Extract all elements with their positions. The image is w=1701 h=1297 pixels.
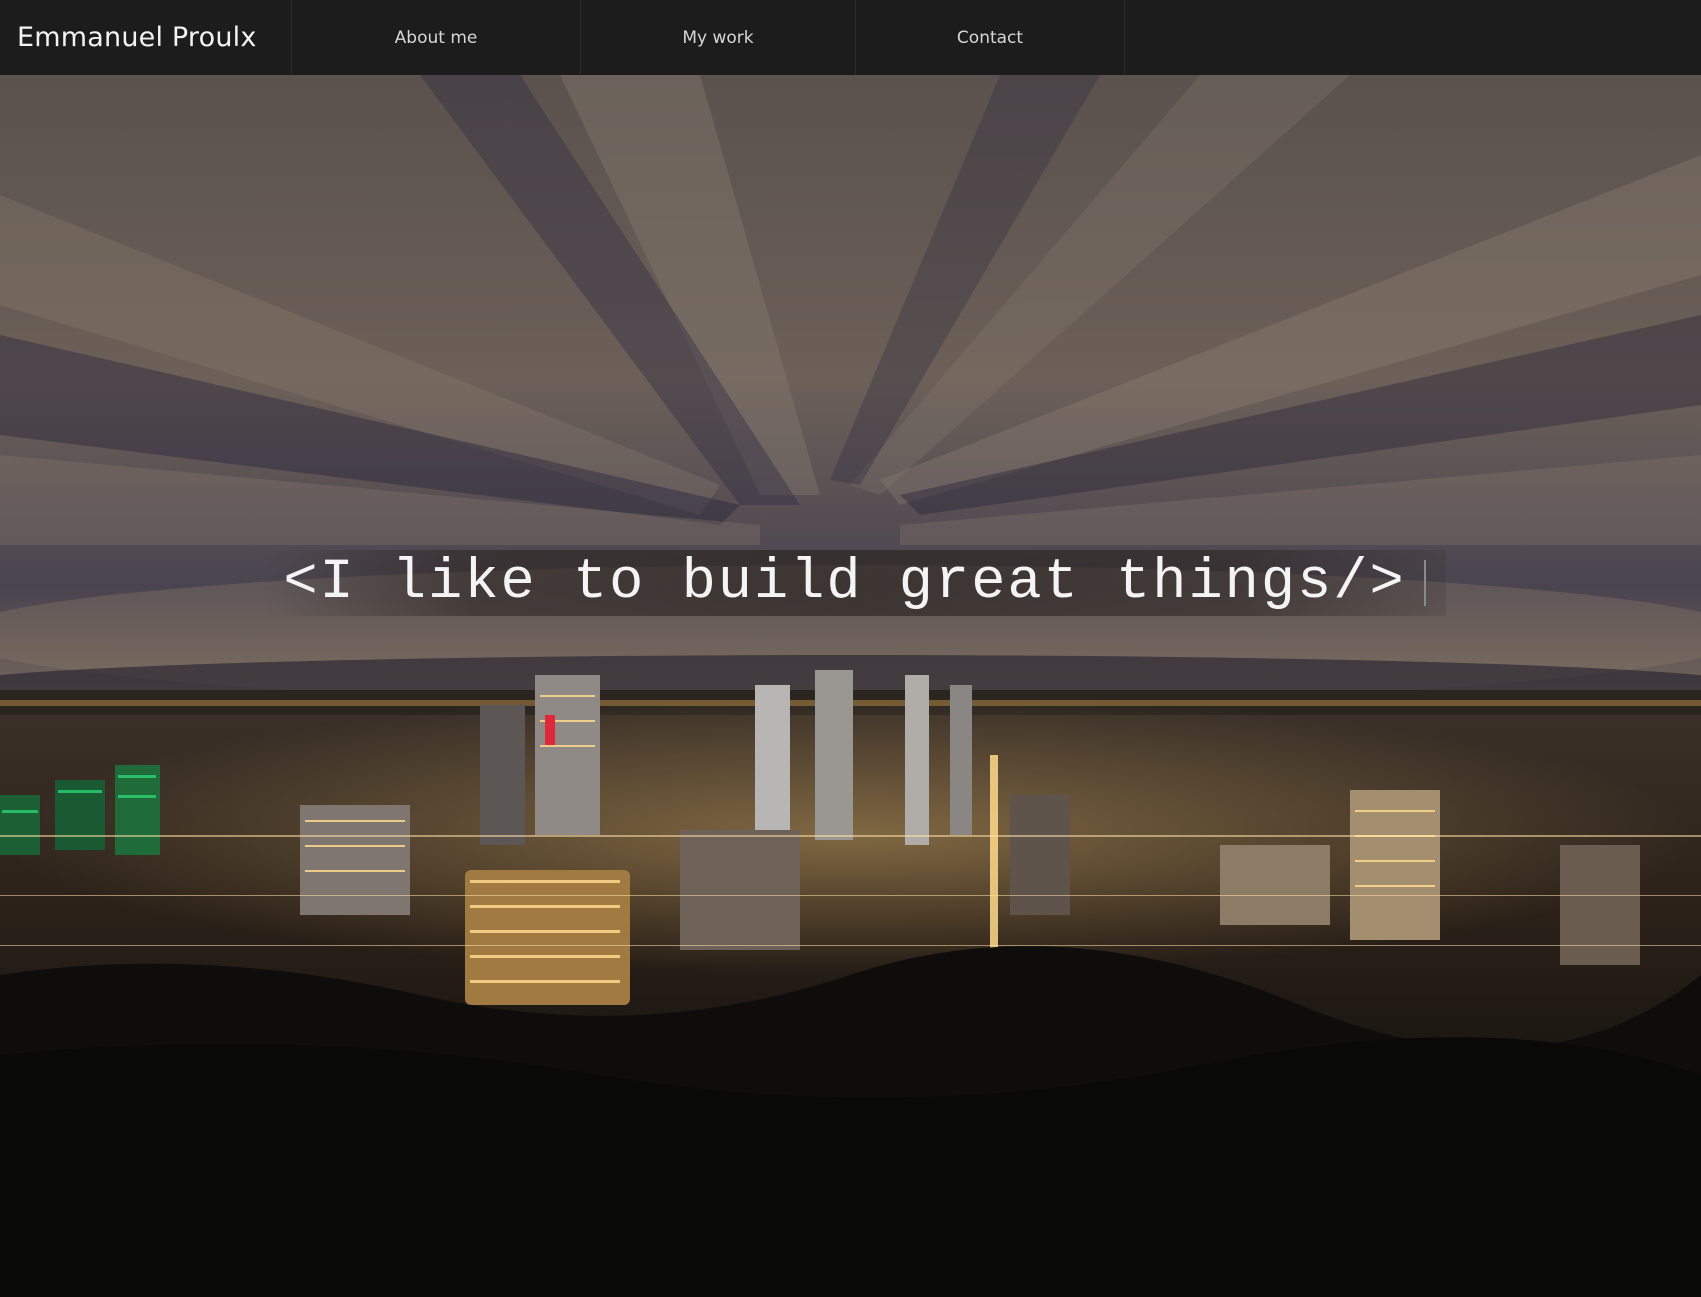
hero-section: <I like to build great things/> <box>0 75 1701 1297</box>
nav-my-work[interactable]: My work <box>581 0 856 75</box>
city-skyline-background-image <box>0 75 1701 1297</box>
typing-cursor <box>1423 560 1426 606</box>
tagline-text: <I like to build great things/> <box>283 551 1406 615</box>
tagline-banner: <I like to build great things/> <box>265 550 1446 616</box>
nav-contact[interactable]: Contact <box>856 0 1125 75</box>
tagline-container: <I like to build great things/> <box>0 550 1701 616</box>
top-navbar: Emmanuel Proulx About me My work Contact <box>0 0 1701 75</box>
brand-logo-link[interactable]: Emmanuel Proulx <box>0 0 292 75</box>
nav-about-me[interactable]: About me <box>292 0 581 75</box>
